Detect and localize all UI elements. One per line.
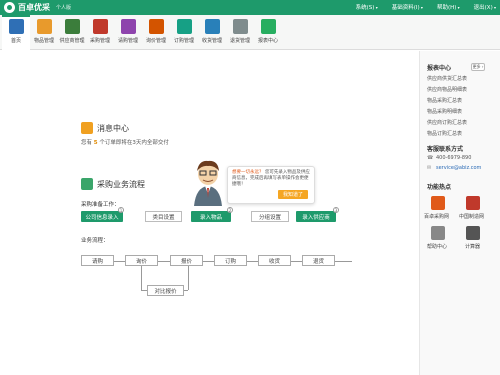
app-logo: 百卓优采 个人版 [4,2,71,13]
tip-dismiss-button[interactable]: 我知道了 [278,190,308,199]
tool-items[interactable]: 物品管理 [30,15,58,50]
suppliers-icon [64,19,80,34]
tool-receiving[interactable]: 收货管理 [198,15,226,50]
report-link-6[interactable]: 物品订购汇总表 [427,130,462,137]
message-count[interactable]: 5 [94,140,98,146]
hot-features-title: 功能热点 [427,184,452,191]
receiving-icon [204,19,220,34]
prep-label: 采购准备工作： [81,202,120,208]
main-toolbar: 首页 物品管理 供应商管理 采购管理 请购管理 询价管理 订购管理 收货管理 退… [0,15,500,50]
tool-suppliers[interactable]: 供应商管理 [58,15,86,50]
group-setup-button[interactable]: 分组设置 [251,211,289,222]
items-icon [36,19,52,34]
inquiry-icon [148,19,164,34]
flow-connector-right [188,266,189,290]
logo-icon [4,2,15,13]
tool-purchase[interactable]: 采购管理 [86,15,114,50]
add-item-button[interactable]: 录入物品 [191,211,231,222]
flow-step-return[interactable]: 退货 [302,255,335,266]
message-center-icon [81,122,93,134]
contact-email[interactable]: service@abiz.com [436,165,481,171]
tip-bubble: 想要一切永远？ 您可先录入物品及供应商信息，完成后再填写表单操作会更便捷哦！ 我… [227,166,315,204]
top-menu: 系统(S) 基础资料(I) 帮助(H) 退出(X) [356,3,496,11]
menu-basic-data[interactable]: 基础资料(I) [392,3,423,11]
reports-icon [260,19,276,34]
add-supplier-button[interactable]: 录入供应商 [296,211,336,222]
purchase-icon [92,19,108,34]
contact-phone: 400-6979-890 [436,155,472,161]
contact-title: 客服联系方式 [427,146,464,153]
menu-system[interactable]: 系统(S) [356,3,378,11]
message-text: 您有 5 个订单即将在3天内全部交付 [81,138,169,146]
flow-step-compare[interactable]: 对比报价 [147,285,184,296]
step-badge-1: 1 [118,207,124,213]
flow-step-quote[interactable]: 报价 [170,255,203,266]
app-edition: 个人版 [56,5,72,11]
message-text-pre: 您有 [81,140,93,146]
email-icon: ✉ [427,165,432,171]
phone-icon: ☎ [427,155,434,161]
report-link-5[interactable]: 供应商订购汇总表 [427,119,467,126]
app-name: 百卓优采 [18,3,50,12]
returns-icon [232,19,248,34]
flow-step-requisition[interactable]: 请购 [81,255,114,266]
made-in-china-icon[interactable] [466,196,480,210]
message-center-title: 消息中心 [97,124,129,133]
tip-highlight: 想要一切永远？ [232,170,264,175]
calculator-label[interactable]: 计算器 [465,243,480,250]
assistant-character [194,160,222,206]
report-link-3[interactable]: 物品采购汇总表 [427,97,462,104]
tool-reports[interactable]: 报表中心 [254,15,282,50]
reports-title: 报表中心 [427,65,452,72]
calculator-icon[interactable] [466,226,480,240]
purchase-flow-title: 采购业务流程 [97,180,145,189]
purchase-flow-icon [81,178,93,190]
tool-returns[interactable]: 退货管理 [226,15,254,50]
tool-requisition[interactable]: 请购管理 [114,15,142,50]
flow-step-inquiry[interactable]: 询价 [125,255,158,266]
abiz-purchase-icon[interactable] [431,196,445,210]
company-info-button[interactable]: 公司信息录入 [81,211,123,222]
flow-step-order[interactable]: 订购 [214,255,247,266]
tool-home[interactable]: 首页 [2,15,30,50]
flow-connector-left [141,266,142,290]
tool-order[interactable]: 订购管理 [170,15,198,50]
business-label: 业务流程： [81,238,109,244]
help-center-icon[interactable] [431,226,445,240]
made-in-china-label[interactable]: 中国制造网 [459,213,484,220]
tool-inquiry[interactable]: 询价管理 [142,15,170,50]
reports-more-button[interactable]: 更多 › [471,63,485,71]
category-setup-button[interactable]: 类目设置 [145,211,182,222]
menu-exit[interactable]: 退出(X) [474,3,496,11]
report-link-2[interactable]: 供应商物品明细表 [427,86,467,93]
menu-help[interactable]: 帮助(H) [437,3,460,11]
report-link-1[interactable]: 供应商供货汇总表 [427,75,467,82]
step-badge-2: 2 [227,207,233,213]
requisition-icon [120,19,136,34]
step-badge-3: 3 [333,207,339,213]
order-icon [176,19,192,34]
help-center-label[interactable]: 帮助中心 [427,243,447,250]
home-icon [8,19,24,34]
abiz-purchase-label[interactable]: 百卓采购网 [424,213,449,220]
flow-step-receive[interactable]: 收货 [258,255,291,266]
message-text-post: 个订单即将在3天内全部交付 [99,140,169,146]
report-link-4[interactable]: 物品采购明细表 [427,108,462,115]
title-bar: 百卓优采 个人版 系统(S) 基础资料(I) 帮助(H) 退出(X) [0,0,500,15]
